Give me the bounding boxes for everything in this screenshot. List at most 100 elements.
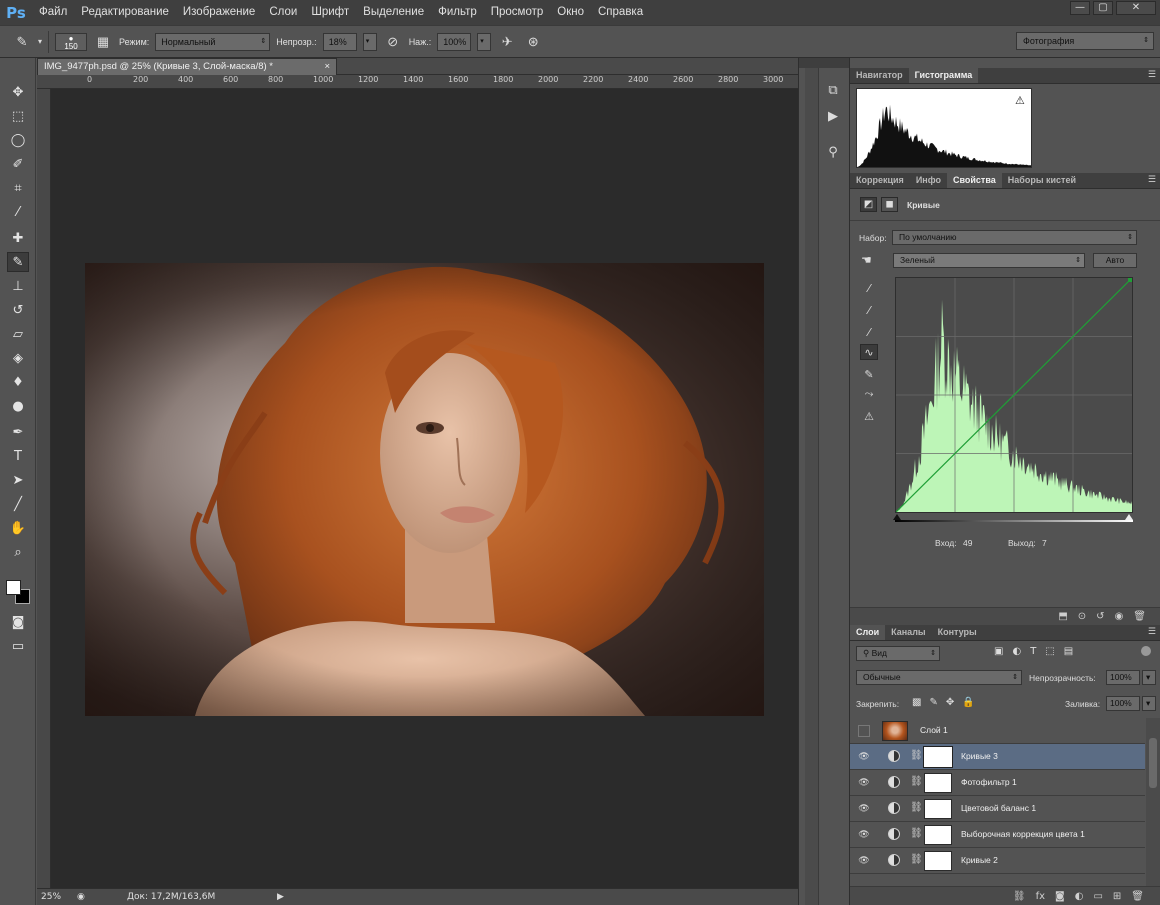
- tab-layers[interactable]: Слои: [850, 625, 886, 640]
- lock-all-icon[interactable]: 🔒: [962, 697, 974, 708]
- maximize-button[interactable]: ▢: [1093, 1, 1113, 15]
- airbrush-icon[interactable]: ✈: [497, 32, 517, 52]
- filter-adjustment-icon[interactable]: ◐: [1012, 646, 1021, 657]
- line-tool-icon[interactable]: ╱: [7, 494, 29, 514]
- smooth-curve-icon[interactable]: ⤳: [860, 386, 878, 402]
- clone-stamp-tool-icon[interactable]: ⊥: [7, 276, 29, 296]
- hand-tool-icon[interactable]: ✋: [7, 518, 29, 538]
- eyedropper-tool-icon[interactable]: ⁄: [7, 202, 29, 222]
- filter-type-icon[interactable]: T: [1030, 646, 1036, 657]
- eye-icon[interactable]: 👁: [858, 803, 870, 815]
- eye-icon[interactable]: 👁: [858, 751, 870, 763]
- menu-type[interactable]: Шрифт: [304, 0, 356, 25]
- blend-mode-select[interactable]: Обычные ⇕: [856, 670, 1022, 685]
- dodge-tool-icon[interactable]: ●: [7, 396, 29, 416]
- delete-adjustment-icon[interactable]: 🗑: [1133, 611, 1146, 622]
- tab-channels[interactable]: Каналы: [885, 625, 931, 640]
- quick-select-tool-icon[interactable]: ✐: [7, 154, 29, 174]
- filter-toggle[interactable]: [1141, 646, 1151, 656]
- mask-link-icon[interactable]: ⛓: [910, 750, 923, 761]
- menu-select[interactable]: Выделение: [356, 0, 431, 25]
- pressure-size-icon[interactable]: ⊛: [523, 32, 543, 52]
- quick-mask-icon[interactable]: ◙: [7, 612, 29, 632]
- cache-warning-icon[interactable]: ⚠: [1015, 94, 1025, 107]
- crop-tool-icon[interactable]: ⌗: [7, 178, 29, 198]
- mask-link-icon[interactable]: ⛓: [910, 828, 923, 839]
- status-menu-arrow-icon[interactable]: ▶: [277, 889, 284, 905]
- layer-row[interactable]: 👁 ⛓ Кривые 2: [850, 848, 1145, 874]
- layer-opacity-arrow[interactable]: ▾: [1142, 670, 1156, 685]
- menu-filter[interactable]: Фильтр: [431, 0, 484, 25]
- brush-presets-panel-icon[interactable]: ⚲: [823, 142, 843, 162]
- layer-filter-select[interactable]: ⚲ Вид ⇕: [856, 646, 940, 661]
- new-layer-icon[interactable]: ⊞: [1113, 891, 1121, 902]
- target-adjust-hand-icon[interactable]: ☚: [861, 253, 872, 267]
- brush-panel-toggle-icon[interactable]: ▦: [93, 32, 113, 52]
- pen-tool-icon[interactable]: ✒: [7, 422, 29, 442]
- layer-name[interactable]: Выборочная коррекция цвета 1: [961, 829, 1085, 839]
- flow-field[interactable]: 100%: [437, 32, 472, 51]
- opacity-dropdown-arrow[interactable]: ▾: [362, 32, 377, 51]
- layer-name[interactable]: Цветовой баланс 1: [961, 803, 1036, 813]
- visibility-toggle-icon[interactable]: ◉: [1115, 611, 1124, 622]
- add-mask-icon[interactable]: ◙: [1055, 891, 1065, 902]
- zoom-tool-icon[interactable]: ⌕: [7, 542, 29, 562]
- layer-name[interactable]: Слой 1: [920, 725, 948, 735]
- new-adjustment-icon[interactable]: ◐: [1075, 891, 1084, 902]
- pressure-opacity-icon[interactable]: ⊘: [383, 32, 403, 52]
- curves-graph[interactable]: [895, 277, 1133, 513]
- lasso-tool-icon[interactable]: ◯: [7, 130, 29, 150]
- link-layers-icon[interactable]: ⛓: [1013, 891, 1026, 902]
- menu-view[interactable]: Просмотр: [484, 0, 551, 25]
- history-brush-tool-icon[interactable]: ↺: [7, 300, 29, 320]
- view-previous-icon[interactable]: ⊙: [1078, 611, 1086, 622]
- tab-paths[interactable]: Контуры: [932, 625, 983, 640]
- clip-to-layer-icon[interactable]: ⬒: [1058, 611, 1067, 622]
- close-document-icon[interactable]: ×: [324, 59, 330, 75]
- marquee-tool-icon[interactable]: ⬚: [7, 106, 29, 126]
- draw-curve-pencil-icon[interactable]: ✎: [860, 366, 878, 382]
- tab-info[interactable]: Инфо: [910, 173, 947, 188]
- document-photo[interactable]: [85, 263, 764, 716]
- lock-position-icon[interactable]: ✥: [946, 697, 954, 708]
- brush-size-picker[interactable]: ● 150: [55, 32, 88, 51]
- move-tool-icon[interactable]: ✥: [7, 82, 29, 102]
- path-select-tool-icon[interactable]: ➤: [7, 470, 29, 490]
- menu-file[interactable]: Файл: [32, 0, 74, 25]
- mask-link-icon[interactable]: ⛓: [910, 802, 923, 813]
- menu-layers[interactable]: Слои: [262, 0, 304, 25]
- curves-adjustment-icon[interactable]: ◩: [860, 197, 877, 212]
- layer-mask-thumbnail[interactable]: [924, 851, 952, 871]
- edit-points-icon[interactable]: ∿: [860, 344, 878, 360]
- tab-properties[interactable]: Свойства: [946, 173, 1002, 188]
- dock-grip[interactable]: [805, 68, 819, 905]
- panel-menu-icon[interactable]: ☰: [1148, 70, 1156, 80]
- new-group-icon[interactable]: ▭: [1093, 891, 1102, 902]
- filter-smart-object-icon[interactable]: ▤: [1064, 646, 1073, 657]
- menu-edit[interactable]: Редактирование: [74, 0, 176, 25]
- screen-mode-icon[interactable]: ▭: [7, 636, 29, 656]
- menu-image[interactable]: Изображение: [176, 0, 262, 25]
- layer-mask-thumbnail[interactable]: [924, 799, 952, 819]
- paint-bucket-tool-icon[interactable]: ◈: [7, 348, 29, 368]
- layer-mask-thumbnail[interactable]: [923, 746, 953, 768]
- brush-preset-icon[interactable]: ✎: [12, 32, 32, 52]
- fill-arrow[interactable]: ▾: [1142, 696, 1156, 711]
- tab-adjustments[interactable]: Коррекция: [850, 173, 910, 188]
- layer-name[interactable]: Фотофильтр 1: [961, 777, 1017, 787]
- tab-navigator[interactable]: Навигатор: [850, 68, 909, 83]
- layer-mask-thumbnail[interactable]: [924, 773, 952, 793]
- minimize-button[interactable]: —: [1070, 1, 1090, 15]
- mask-link-icon[interactable]: ⛓: [910, 776, 923, 787]
- visibility-toggle-off[interactable]: [858, 725, 870, 737]
- auto-button[interactable]: Авто: [1093, 253, 1137, 268]
- layer-style-icon[interactable]: fx: [1036, 891, 1045, 902]
- preset-select[interactable]: По умолчанию ⇕: [892, 230, 1137, 245]
- tab-histogram[interactable]: Гистограмма: [908, 68, 979, 83]
- menu-help[interactable]: Справка: [591, 0, 650, 25]
- scrollbar-thumb[interactable]: [1149, 738, 1157, 788]
- history-panel-icon[interactable]: ⧉: [823, 80, 843, 100]
- layer-row[interactable]: Слой 1: [850, 718, 1145, 744]
- lock-image-icon[interactable]: ✎: [929, 697, 937, 708]
- type-tool-icon[interactable]: T: [7, 446, 29, 466]
